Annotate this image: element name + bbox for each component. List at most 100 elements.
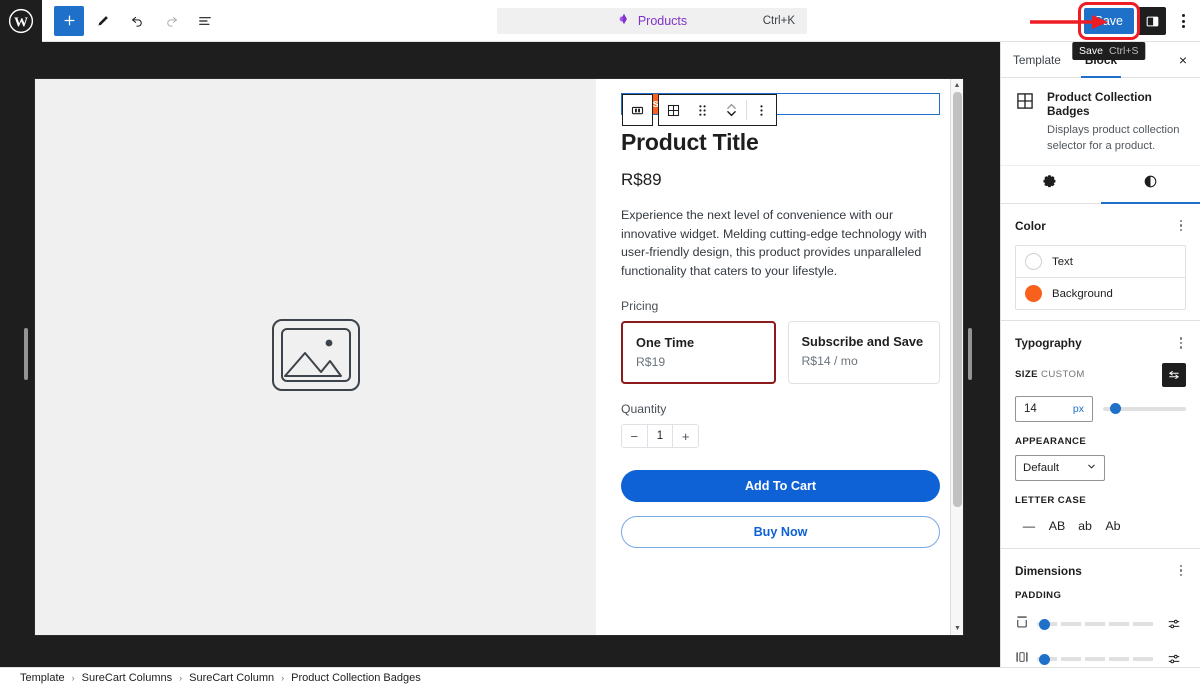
- padding-vertical-row: [1015, 612, 1186, 636]
- appearance-value: Default: [1023, 461, 1060, 474]
- padding-vertical-icon: [1015, 615, 1029, 634]
- product-description[interactable]: Experience the next level of convenience…: [621, 206, 940, 280]
- color-row-label: Text: [1052, 255, 1073, 268]
- edit-pencil-button[interactable]: [88, 6, 118, 36]
- letter-case-capitalize-button[interactable]: Ab: [1099, 514, 1127, 538]
- toolbar-left-group: [42, 5, 220, 36]
- svg-text:W: W: [14, 14, 28, 30]
- scrollbar-thumb[interactable]: [953, 92, 962, 507]
- pricing-option-name: One Time: [636, 335, 695, 351]
- editor-body: Mugs Product Title R$89 Experience the n…: [0, 42, 1200, 667]
- sidebar-icon-tabs: [1001, 166, 1200, 204]
- color-row-text[interactable]: Text: [1016, 246, 1185, 277]
- section-options-icon[interactable]: [1176, 561, 1187, 581]
- color-section-title: Color: [1015, 218, 1046, 233]
- letter-case-options: — AB ab Ab: [1015, 514, 1186, 538]
- canvas-resize-handle-left[interactable]: [24, 328, 28, 380]
- add-to-cart-button[interactable]: Add To Cart: [621, 470, 940, 503]
- color-options-list: Text Background: [1015, 245, 1186, 311]
- font-size-mode: CUSTOM: [1041, 369, 1085, 381]
- command-center-label: Products: [637, 14, 688, 28]
- breadcrumb-item-template[interactable]: Template: [20, 672, 65, 684]
- move-updown-icon[interactable]: [717, 95, 746, 125]
- dimensions-section-header: Dimensions: [1015, 561, 1186, 581]
- background-color-swatch[interactable]: [1025, 285, 1042, 303]
- pricing-label: Pricing: [621, 299, 659, 314]
- pricing-option-name: Subscribe and Save: [801, 334, 924, 350]
- font-size-input[interactable]: 14 px: [1015, 395, 1093, 422]
- font-size-slider[interactable]: [1103, 403, 1186, 415]
- letter-case-lowercase-button[interactable]: ab: [1071, 514, 1099, 538]
- close-sidebar-icon[interactable]: ×: [1172, 49, 1194, 71]
- padding-settings-icon[interactable]: [1162, 612, 1186, 636]
- padding-horizontal-icon: [1015, 650, 1029, 669]
- block-info: Product Collection Badges Displays produ…: [1001, 78, 1200, 166]
- font-size-value: 14: [1024, 402, 1037, 415]
- products-diamond-icon: [617, 12, 631, 31]
- image-placeholder-icon: [271, 318, 361, 397]
- breadcrumb-item-surecart-columns[interactable]: SureCart Columns: [82, 672, 172, 684]
- block-actions-group: [658, 94, 777, 126]
- sidebar-panel-icon[interactable]: [1138, 7, 1166, 35]
- more-options-icon[interactable]: [1170, 6, 1196, 36]
- appearance-select[interactable]: Default: [1015, 454, 1105, 481]
- save-tooltip-label: Save: [1079, 45, 1103, 57]
- red-arrow-annotation: [1030, 14, 1110, 35]
- letter-case-label: LETTER CASE: [1015, 494, 1087, 506]
- tab-settings[interactable]: [1001, 166, 1101, 203]
- color-row-background[interactable]: Background: [1016, 277, 1185, 309]
- add-block-button[interactable]: [54, 5, 84, 36]
- pricing-option-one-time[interactable]: One Time R$19: [621, 321, 776, 385]
- buy-now-button[interactable]: Buy Now: [621, 516, 940, 549]
- undo-button[interactable]: [122, 6, 152, 36]
- section-options-icon[interactable]: [1176, 333, 1187, 353]
- quantity-value[interactable]: 1: [646, 425, 674, 448]
- styles-contrast-icon: [1143, 174, 1158, 194]
- wordpress-logo-icon[interactable]: W: [0, 0, 42, 42]
- quantity-increment-button[interactable]: +: [673, 425, 698, 448]
- padding-horizontal-slider[interactable]: [1037, 653, 1154, 665]
- section-options-icon[interactable]: [1176, 216, 1187, 236]
- block-toolbar: [622, 94, 777, 126]
- product-details-column: Mugs Product Title R$89 Experience the n…: [596, 79, 963, 635]
- font-size-label: SIZE CUSTOM: [1015, 369, 1085, 381]
- size-presets-icon[interactable]: [1162, 362, 1186, 387]
- breadcrumb-item-surecart-column[interactable]: SureCart Column: [189, 672, 274, 684]
- canvas-scrollbar[interactable]: ▲ ▼: [950, 79, 963, 635]
- letter-case-uppercase-button[interactable]: AB: [1043, 514, 1071, 538]
- scroll-down-arrow-icon[interactable]: ▼: [951, 622, 963, 635]
- product-price[interactable]: R$89: [621, 170, 940, 190]
- padding-vertical-slider[interactable]: [1037, 618, 1154, 630]
- redo-button[interactable]: [156, 6, 186, 36]
- color-section-header: Color: [1015, 216, 1186, 236]
- font-size-control: 14 px: [1015, 395, 1186, 422]
- scroll-up-arrow-icon[interactable]: ▲: [951, 79, 963, 92]
- command-center-button[interactable]: Products Ctrl+K: [497, 8, 807, 34]
- columns-grid-icon[interactable]: [659, 95, 688, 125]
- save-tooltip-shortcut: Ctrl+S: [1108, 45, 1139, 57]
- quantity-stepper: − 1 +: [621, 424, 699, 449]
- pricing-option-subscribe[interactable]: Subscribe and Save R$14 / mo: [787, 321, 940, 385]
- letter-case-none-button[interactable]: —: [1015, 514, 1043, 538]
- canvas-resize-handle-right[interactable]: [968, 328, 972, 380]
- font-size-unit[interactable]: px: [1073, 403, 1084, 415]
- drag-handle-icon[interactable]: [688, 95, 717, 125]
- block-options-icon[interactable]: [747, 95, 776, 125]
- text-color-swatch[interactable]: [1025, 253, 1042, 271]
- color-section: Color Text Background: [1001, 204, 1200, 322]
- quantity-decrement-button[interactable]: −: [622, 425, 647, 448]
- pricing-options: One Time R$19 Subscribe and Save R$14 / …: [621, 321, 940, 385]
- tab-styles[interactable]: [1100, 166, 1200, 204]
- breadcrumb-item-product-collection-badges[interactable]: Product Collection Badges: [291, 672, 421, 684]
- pricing-option-price: R$14 / mo: [801, 354, 858, 369]
- typography-section-header: Typography: [1015, 333, 1186, 353]
- breadcrumb-separator-icon: ›: [281, 672, 285, 683]
- product-image-column: [35, 79, 596, 635]
- canvas-frame: Mugs Product Title R$89 Experience the n…: [34, 78, 964, 636]
- list-view-button[interactable]: [190, 6, 220, 36]
- grid-block-icon: [1015, 90, 1037, 155]
- product-title[interactable]: Product Title: [621, 129, 940, 156]
- block-type-icon[interactable]: [623, 95, 652, 125]
- color-row-label: Background: [1052, 287, 1113, 300]
- tab-template[interactable]: Template: [1001, 42, 1073, 77]
